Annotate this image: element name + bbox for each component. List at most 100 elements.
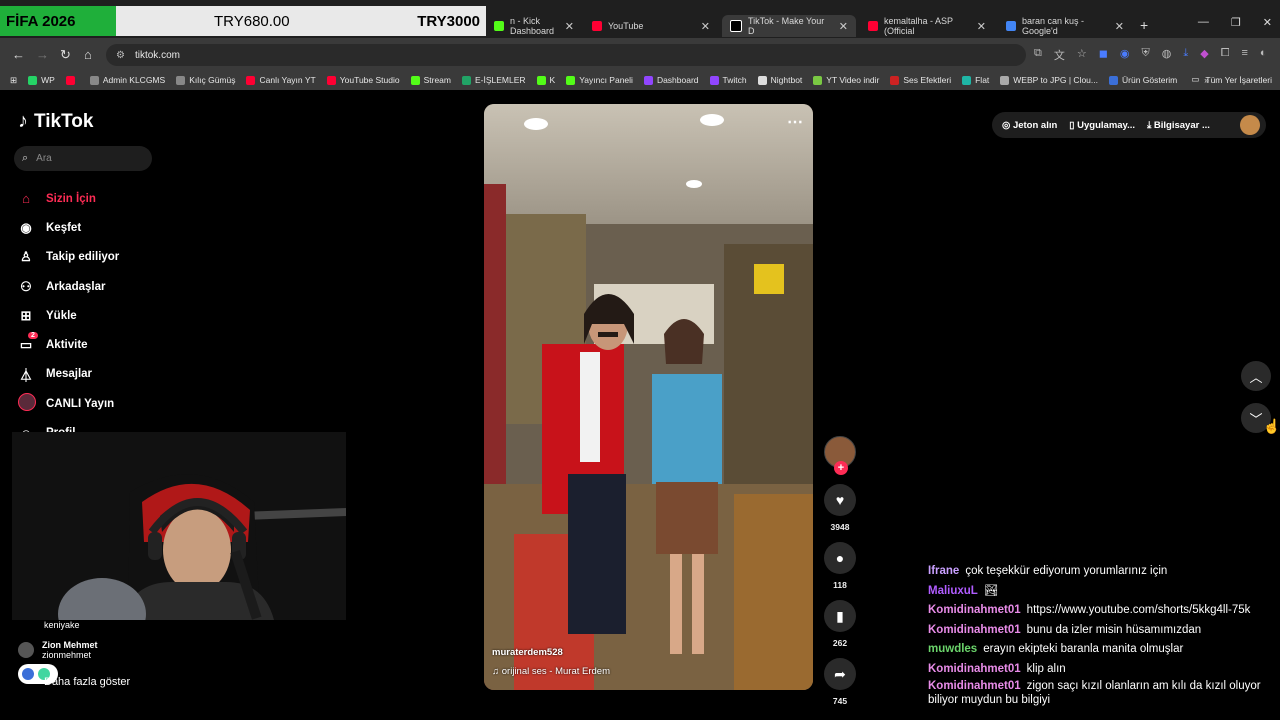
- browser-tab[interactable]: baran can kuş - Google'd ✕: [998, 15, 1132, 37]
- show-more-link[interactable]: Daha fazla göster: [44, 676, 130, 688]
- previous-video-button[interactable]: ︿: [1241, 361, 1271, 391]
- bookmark-item[interactable]: YT Video indir: [813, 75, 879, 85]
- back-icon[interactable]: ←: [12, 47, 25, 62]
- more-options-icon[interactable]: ⋯: [787, 112, 803, 132]
- close-tab-icon[interactable]: ✕: [977, 20, 986, 33]
- bookmark-favicon: [176, 75, 186, 85]
- creator-avatar[interactable]: +: [824, 436, 856, 475]
- bookmark-favicon: [28, 75, 38, 85]
- new-tab-button[interactable]: +: [1140, 17, 1148, 33]
- bookmark-icon[interactable]: ▮: [824, 600, 856, 632]
- bookmark-item[interactable]: Stream: [410, 75, 451, 85]
- video-player[interactable]: [484, 104, 813, 690]
- profile-icon[interactable]: ◐: [1260, 47, 1267, 63]
- translate-icon[interactable]: 文: [1054, 47, 1065, 63]
- search-input[interactable]: ⌕ Ara: [14, 146, 152, 171]
- bookmark-item[interactable]: WP: [28, 75, 55, 85]
- tiktok-logo[interactable]: ♪ TikTok: [18, 110, 93, 133]
- sidebar-item[interactable]: ⊞ Yükle: [18, 301, 218, 330]
- site-info-icon[interactable]: ⚙: [116, 50, 125, 61]
- bookmark-item[interactable]: Admin KLCGMS: [89, 75, 165, 85]
- sidebar-item[interactable]: ♙ Takip ediliyor: [18, 243, 218, 272]
- chat-text: klip alın: [1026, 662, 1066, 675]
- sidebar-item[interactable]: CANLI Yayın: [18, 389, 218, 418]
- chat-text: 🏞: [983, 584, 999, 597]
- apps-icon[interactable]: ⊞: [10, 75, 17, 86]
- close-window-icon[interactable]: ✕: [1263, 16, 1272, 29]
- following-handle: keniyake: [44, 620, 80, 630]
- sidebar-item[interactable]: ⚇ Arkadaşlar: [18, 272, 218, 301]
- bookmark-star-icon[interactable]: ☆: [1077, 47, 1087, 63]
- header-actions: ◎ Jeton alın ▯ Uygulamay... ⤓ Bilgisayar…: [992, 112, 1266, 138]
- video-username[interactable]: muraterdem528: [492, 647, 563, 658]
- bookmark-item[interactable]: Canlı Yayın YT: [246, 75, 316, 85]
- bookmark-item[interactable]: E-İŞLEMLER: [462, 75, 526, 85]
- browser-tab[interactable]: TikTok - Make Your D ✕: [722, 15, 856, 37]
- bookmark-item[interactable]: K: [536, 75, 555, 85]
- chat-username: MaliuxuL: [928, 584, 978, 597]
- extension-icon[interactable]: ◼: [1099, 47, 1108, 63]
- all-bookmarks[interactable]: ▭ Tüm Yer İşaretleri: [1191, 74, 1272, 85]
- sidebar-item-label: Keşfet: [46, 221, 82, 234]
- sidebar-item[interactable]: ⏃ Mesajlar: [18, 360, 218, 389]
- get-coins-button[interactable]: ◎ Jeton alın: [1002, 120, 1057, 131]
- url-bar[interactable]: ⚙ tiktok.com: [106, 44, 1026, 66]
- following-account[interactable]: Zion Mehmet zionmehmet: [18, 640, 218, 660]
- get-app-button[interactable]: ▯ Uygulamay...: [1069, 120, 1135, 131]
- chat-message: Ifrane çok teşekkür ediyorum yorumlarınız…: [928, 562, 1280, 582]
- save-count: 262: [832, 638, 848, 648]
- bookmark-item[interactable]: Kılıç Gümüş: [176, 75, 235, 85]
- bookmark-item[interactable]: Dashboard: [643, 75, 699, 85]
- extension-icon[interactable]: ◆: [1200, 47, 1208, 63]
- video-sound[interactable]: ♫ orijinal ses - Murat Erdem: [492, 666, 610, 677]
- heart-icon[interactable]: ♥: [824, 484, 856, 516]
- following-account[interactable]: keniyake: [44, 620, 218, 630]
- sidebar-item[interactable]: ▭ Aktivite 2: [18, 330, 218, 359]
- following-list: keniyake Zion Mehmet zionmehmet: [18, 620, 218, 660]
- extension-icon[interactable]: ◉: [1120, 47, 1130, 63]
- chat-message: MaliuxuL 🏞: [928, 582, 1280, 602]
- overlay-tag: FİFA 2026: [0, 6, 116, 36]
- sidebar-item[interactable]: ◉ Keşfet: [18, 213, 218, 242]
- bookmark-item[interactable]: Ürün Gösterim: [1109, 75, 1177, 85]
- forward-icon[interactable]: →: [36, 47, 49, 62]
- download-icon[interactable]: ⤓: [1183, 47, 1188, 63]
- close-tab-icon[interactable]: ✕: [1115, 20, 1124, 33]
- puzzle-icon[interactable]: ⧠: [1221, 47, 1230, 63]
- price-overlay: FİFA 2026 TRY680.00 TRY3000: [0, 6, 486, 36]
- bookmark-item[interactable]: Twitch: [709, 75, 747, 85]
- minimize-icon[interactable]: —: [1198, 16, 1209, 29]
- bookmarks-bar: ⊞ WP Admin KLCGMS Kılıç Gümüş Canlı Yayın Y…: [0, 70, 1280, 90]
- shield-icon[interactable]: ⛨: [1141, 47, 1149, 63]
- bookmark-item[interactable]: [65, 75, 79, 85]
- overlay-price-1: TRY680.00: [214, 12, 290, 30]
- chat-username: Komidinahmet01: [928, 662, 1021, 675]
- close-tab-icon[interactable]: ✕: [839, 20, 848, 33]
- browser-tab[interactable]: kemaltalha - ASP (Official ✕: [860, 15, 994, 37]
- reload-icon[interactable]: ↻: [60, 47, 71, 63]
- maximize-icon[interactable]: ❐: [1231, 16, 1241, 29]
- browser-tab[interactable]: YouTube ✕: [584, 15, 718, 37]
- bookmark-item[interactable]: YouTube Studio: [326, 75, 400, 85]
- share-action: ➦ 745: [822, 658, 858, 706]
- bookmark-item[interactable]: Flat: [962, 75, 989, 85]
- user-avatar[interactable]: [1240, 115, 1260, 135]
- sidebar-item-label: Arkadaşlar: [46, 280, 106, 293]
- desktop-app-button[interactable]: ⤓ Bilgisayar ...: [1147, 120, 1210, 131]
- close-tab-icon[interactable]: ✕: [701, 20, 710, 33]
- close-tab-icon[interactable]: ✕: [565, 20, 574, 33]
- extension-icon[interactable]: ◍: [1162, 47, 1172, 63]
- follow-plus-icon[interactable]: +: [834, 461, 848, 475]
- media-icon[interactable]: ≡: [1242, 47, 1248, 63]
- bookmark-item[interactable]: Ses Efektleri: [890, 75, 951, 85]
- bookmark-item[interactable]: Nightbot: [757, 75, 802, 85]
- bookmark-item[interactable]: Yayıncı Paneli: [566, 75, 633, 85]
- home-icon[interactable]: ⌂: [84, 47, 92, 62]
- bookmark-item[interactable]: WEBP to JPG | Clou...: [1000, 75, 1098, 85]
- install-app-icon[interactable]: ⧉: [1034, 47, 1042, 63]
- sidebar-item[interactable]: ⌂ Sizin İçin: [18, 184, 218, 213]
- bookmark-label: Ses Efektleri: [903, 75, 952, 85]
- browser-tab[interactable]: n - Kick Dashboard ✕: [486, 15, 582, 37]
- share-icon[interactable]: ➦: [824, 658, 856, 690]
- comment-icon[interactable]: ●: [824, 542, 856, 574]
